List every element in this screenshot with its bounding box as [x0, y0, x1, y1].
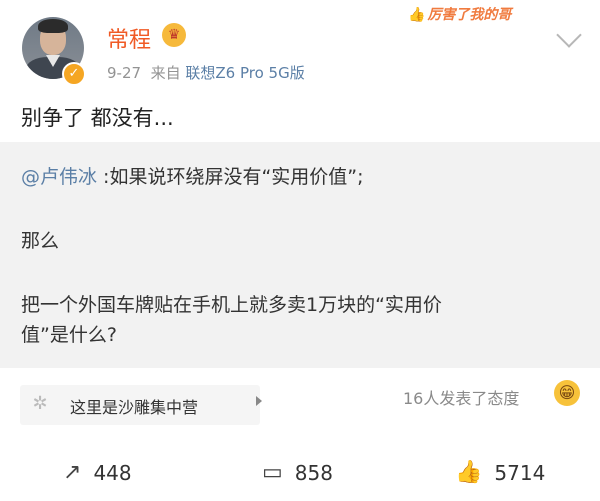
verified-badge-icon: ✓	[62, 62, 86, 86]
like-count: 5714	[494, 460, 546, 485]
share-icon: ↗	[63, 460, 82, 485]
quote-line-2: 那么	[21, 230, 60, 252]
device-link[interactable]: 联想Z6 Pro 5G版	[185, 64, 304, 82]
comment-icon: ▭	[262, 460, 283, 485]
comment-button[interactable]: ▭ 858	[262, 450, 333, 495]
post-text: 别争了 都没有...	[21, 106, 174, 130]
author-name[interactable]: 常程	[107, 22, 151, 54]
thumbs-up-sticker-icon: 👍	[408, 7, 426, 23]
thumbs-up-icon: 👍	[455, 460, 483, 485]
quoted-post[interactable]: @卢伟冰 :如果说环绕屏没有“实用价值”; 那么 把一个外国车牌贴在手机上就多卖…	[0, 142, 600, 368]
share-button[interactable]: ↗ 448	[63, 450, 132, 495]
grin-emoji-icon[interactable]: 😁	[554, 380, 580, 406]
attitude-count[interactable]: 16人发表了态度	[403, 385, 519, 409]
source-prefix: 来自	[150, 64, 181, 82]
chevron-down-icon[interactable]	[556, 22, 582, 48]
post-time: 9-27	[107, 64, 142, 82]
share-count: 448	[93, 460, 132, 485]
pinwheel-icon: ✲	[32, 393, 48, 414]
topic-label: 这里是沙雕集中营	[70, 398, 199, 417]
post-meta: 9-27 来自 联想Z6 Pro 5G版	[107, 62, 305, 83]
topic-chip[interactable]: ✲ 这里是沙雕集中营	[20, 385, 262, 425]
quote-line-4: 值”是什么?	[21, 324, 117, 346]
decoration-sticker: 👍 厉害了我的哥	[408, 4, 511, 24]
mention-link[interactable]: @卢伟冰	[21, 166, 97, 188]
like-button[interactable]: 👍 5714	[455, 450, 545, 495]
comment-count: 858	[294, 460, 333, 485]
quote-line-1-rest: :如果说环绕屏没有“实用价值”;	[97, 166, 364, 188]
crown-icon[interactable]: ♛	[162, 23, 186, 47]
action-bar: ↗ 448 ▭ 858 👍 5714	[0, 450, 600, 495]
chevron-right-icon	[256, 396, 262, 406]
sticker-text: 厉害了我的哥	[427, 7, 512, 23]
quote-line-1: @卢伟冰 :如果说环绕屏没有“实用价值”;	[21, 162, 364, 189]
avatar-hair	[38, 19, 68, 33]
quote-line-3: 把一个外国车牌贴在手机上就多卖1万块的“实用价	[21, 294, 442, 316]
